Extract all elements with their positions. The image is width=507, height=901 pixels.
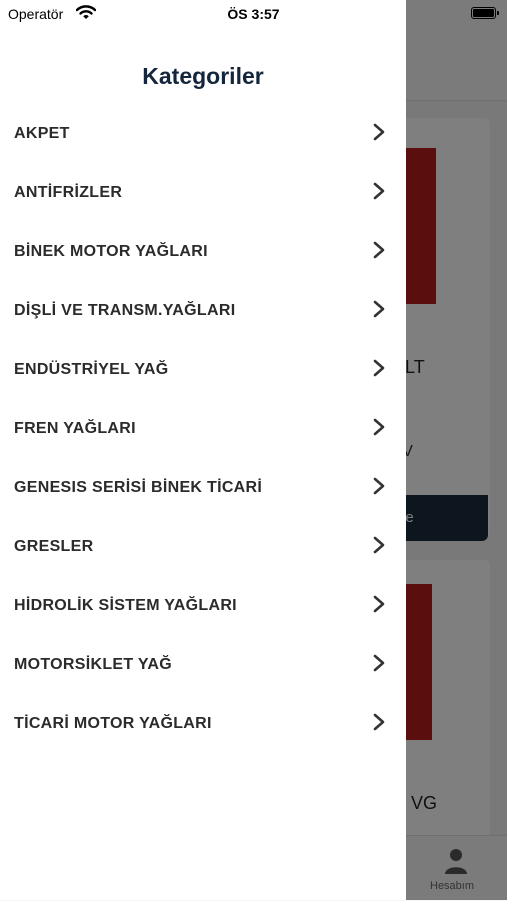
category-item-motorsiklet-yag[interactable]: MOTORSİKLET YAĞ <box>0 634 406 693</box>
chevron-right-icon <box>373 654 385 672</box>
chevron-right-icon <box>373 477 385 495</box>
category-item-binek-motor-yaglari[interactable]: BİNEK MOTOR YAĞLARI <box>0 221 406 280</box>
status-bar: Operatör ÖS 3:57 <box>0 0 507 28</box>
category-item-disli-ve-transm-yaglari[interactable]: DİŞLİ VE TRANSM.YAĞLARI <box>0 280 406 339</box>
chevron-right-icon <box>373 123 385 141</box>
chevron-right-icon <box>373 359 385 377</box>
category-label: AKPET <box>14 125 70 142</box>
category-label: MOTORSİKLET YAĞ <box>14 656 173 673</box>
category-item-gresler[interactable]: GRESLER <box>0 516 406 575</box>
chevron-right-icon <box>373 182 385 200</box>
chevron-right-icon <box>373 713 385 731</box>
category-label: GRESLER <box>14 538 94 555</box>
category-item-hidrolik-sistem-yaglari[interactable]: HİDROLİK SİSTEM YAĞLARI <box>0 575 406 634</box>
category-label: BİNEK MOTOR YAĞLARI <box>14 243 208 260</box>
chevron-right-icon <box>373 241 385 259</box>
category-drawer: Kategoriler AKPET ANTİFRİZLER BİNEK MOTO… <box>0 0 406 900</box>
category-label: GENESIS SERİSİ BİNEK TİCARİ <box>14 479 263 496</box>
category-item-genesis-serisi-binek-ticari[interactable]: GENESIS SERİSİ BİNEK TİCARİ <box>0 457 406 516</box>
category-label: FREN YAĞLARI <box>14 420 136 437</box>
category-item-endustriyel-yag[interactable]: ENDÜSTRİYEL YAĞ <box>0 339 406 398</box>
category-label: DİŞLİ VE TRANSM.YAĞLARI <box>14 302 236 319</box>
category-list: AKPET ANTİFRİZLER BİNEK MOTOR YAĞLARI Dİ… <box>0 103 406 752</box>
drawer-title: Kategoriler <box>142 63 264 89</box>
chevron-right-icon <box>373 536 385 554</box>
category-item-antifrizler[interactable]: ANTİFRİZLER <box>0 162 406 221</box>
category-label: ENDÜSTRİYEL YAĞ <box>14 361 169 378</box>
category-label: ANTİFRİZLER <box>14 184 123 201</box>
category-item-akpet[interactable]: AKPET <box>0 103 406 162</box>
chevron-right-icon <box>373 418 385 436</box>
category-item-fren-yaglari[interactable]: FREN YAĞLARI <box>0 398 406 457</box>
category-label: TİCARİ MOTOR YAĞLARI <box>14 715 212 732</box>
category-label: HİDROLİK SİSTEM YAĞLARI <box>14 597 237 614</box>
category-item-ticari-motor-yaglari[interactable]: TİCARİ MOTOR YAĞLARI <box>0 693 406 752</box>
battery-icon <box>471 7 499 19</box>
clock: ÖS 3:57 <box>227 6 280 22</box>
chevron-right-icon <box>373 595 385 613</box>
chevron-right-icon <box>373 300 385 318</box>
